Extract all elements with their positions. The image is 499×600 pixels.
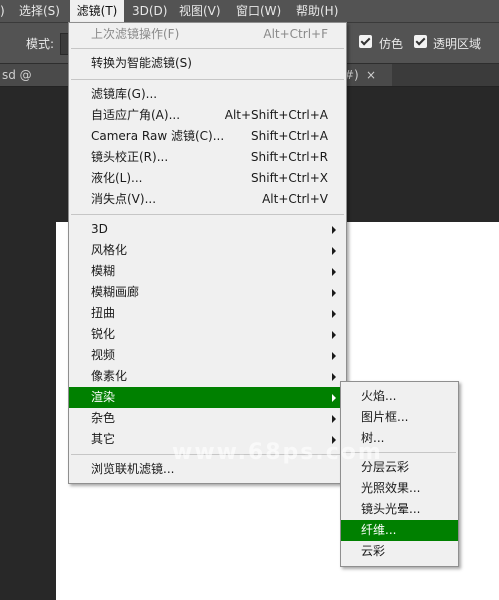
menu-item-adaptive-wide-angle[interactable]: 自适应广角(A)... Alt+Shift+Ctrl+A <box>69 105 346 126</box>
menu-filter[interactable]: 滤镜(T) <box>70 0 124 22</box>
dither-checkbox[interactable] <box>359 35 372 48</box>
menu-item-lens-correction[interactable]: 镜头校正(R)... Shift+Ctrl+R <box>69 147 346 168</box>
chevron-right-icon <box>332 247 336 255</box>
menu-item-convert-smart-filter[interactable]: 转换为智能滤镜(S) <box>69 53 346 74</box>
menu-view[interactable]: 视图(V) <box>179 0 221 22</box>
render-submenu: 火焰... 图片框... 树... 分层云彩 光照效果... 镜头光晕... 纤… <box>340 381 459 567</box>
filter-menu: 上次滤镜操作(F) Alt+Ctrl+F 转换为智能滤镜(S) 滤镜库(G)...… <box>68 22 347 484</box>
menu-item-blur[interactable]: 模糊 <box>69 261 346 282</box>
menu-window[interactable]: 窗口(W) <box>236 0 281 22</box>
menu-item-filter-gallery[interactable]: 滤镜库(G)... <box>69 84 346 105</box>
menu-item-pixelate[interactable]: 像素化 <box>69 366 346 387</box>
menu-separator <box>71 48 344 49</box>
menu-separator <box>71 214 344 215</box>
document-tab[interactable]: sd @ 66.7% <box>0 64 70 104</box>
menu-item-lens-flare[interactable]: 镜头光晕... <box>341 499 458 520</box>
chevron-right-icon <box>332 373 336 381</box>
menu-item-stylize[interactable]: 风格化 <box>69 240 346 261</box>
menu-item-camera-raw[interactable]: Camera Raw 滤镜(C)... Shift+Ctrl+A <box>69 126 346 147</box>
menu-help[interactable]: 帮助(H) <box>296 0 338 22</box>
menu-item-sharpen[interactable]: 锐化 <box>69 324 346 345</box>
menu-item-liquify[interactable]: 液化(L)... Shift+Ctrl+X <box>69 168 346 189</box>
menu-3d[interactable]: 3D(D) <box>132 0 167 22</box>
menu-item-distort[interactable]: 扭曲 <box>69 303 346 324</box>
chevron-right-icon <box>332 289 336 297</box>
menu-item-picture-frame[interactable]: 图片框... <box>341 407 458 428</box>
transparency-label: 透明区域 <box>433 37 482 51</box>
menu-item-last-filter: 上次滤镜操作(F) Alt+Ctrl+F <box>91 27 328 41</box>
chevron-right-icon <box>332 226 336 234</box>
menu-bar: ) 选择(S) 滤镜(T) 3D(D) 视图(V) 窗口(W) 帮助(H) <box>0 0 499 23</box>
chevron-right-icon <box>332 331 336 339</box>
menu-select[interactable]: 选择(S) <box>19 0 60 22</box>
chevron-right-icon <box>332 394 336 402</box>
dither-label: 仿色 <box>379 37 404 51</box>
menu-item-fibers[interactable]: 纤维... <box>341 520 458 541</box>
transparency-checkbox[interactable] <box>414 35 427 48</box>
menu-item-lighting-effects[interactable]: 光照效果... <box>341 478 458 499</box>
menu-item-vanishing-point[interactable]: 消失点(V)... Alt+Ctrl+V <box>69 189 346 210</box>
chevron-right-icon <box>332 415 336 423</box>
menu-item-flame[interactable]: 火焰... <box>341 386 458 407</box>
menu-item-3d[interactable]: 3D <box>69 219 346 240</box>
chevron-right-icon <box>332 352 336 360</box>
menu-item-render[interactable]: 渲染 <box>69 387 346 408</box>
menu-item-noise[interactable]: 杂色 <box>69 408 346 429</box>
menu-item-clouds[interactable]: 云彩 <box>341 541 458 562</box>
watermark: www.68ps.com <box>172 440 383 465</box>
mode-label: 模式: <box>26 37 55 51</box>
menu-separator <box>71 79 344 80</box>
chevron-right-icon <box>332 268 336 276</box>
menu-item-blur-gallery[interactable]: 模糊画廊 <box>69 282 346 303</box>
chevron-right-icon <box>332 310 336 318</box>
close-icon[interactable]: × <box>366 64 376 86</box>
menu-edit-partial[interactable]: ) <box>0 0 5 22</box>
menu-item-video[interactable]: 视频 <box>69 345 346 366</box>
